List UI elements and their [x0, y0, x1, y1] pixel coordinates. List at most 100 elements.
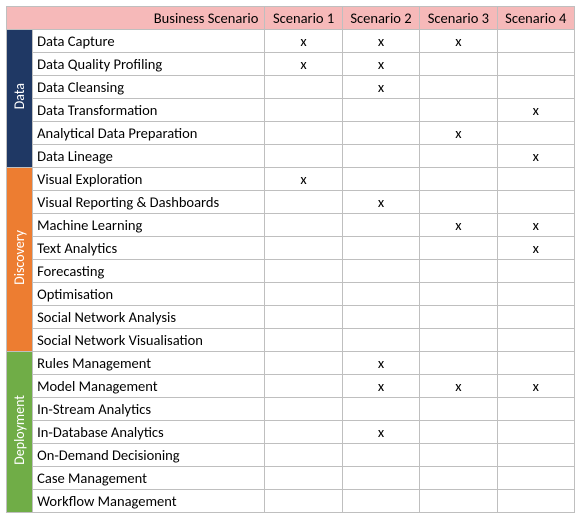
matrix-cell — [265, 260, 342, 283]
matrix-cell: x — [342, 53, 419, 76]
table-row: Model Managementxxx — [7, 375, 575, 398]
table-row: Social Network Analysis — [7, 306, 575, 329]
matrix-cell: x — [497, 99, 574, 122]
matrix-cell: x — [420, 214, 497, 237]
matrix-cell — [497, 30, 574, 53]
table-row: Visual Reporting & Dashboardsx — [7, 191, 575, 214]
matrix-cell — [420, 398, 497, 421]
table-row: DeploymentRules Managementx — [7, 352, 575, 375]
matrix-cell — [420, 99, 497, 122]
matrix-cell — [420, 421, 497, 444]
matrix-cell — [497, 306, 574, 329]
matrix-cell — [420, 467, 497, 490]
row-label: Social Network Visualisation — [33, 329, 265, 352]
header-corner: Business Scenario — [7, 7, 265, 30]
category-label: Discovery — [8, 230, 32, 285]
row-label: Data Capture — [33, 30, 265, 53]
table-row: Machine Learningxx — [7, 214, 575, 237]
row-label: Optimisation — [33, 283, 265, 306]
table-row: DiscoveryVisual Explorationx — [7, 168, 575, 191]
matrix-cell — [265, 352, 342, 375]
matrix-cell: x — [342, 191, 419, 214]
matrix-cell — [265, 398, 342, 421]
table-row: Optimisation — [7, 283, 575, 306]
matrix-cell — [342, 490, 419, 513]
matrix-cell: x — [342, 352, 419, 375]
matrix-cell — [497, 444, 574, 467]
col-scenario-2: Scenario 2 — [342, 7, 419, 30]
category-depl: Deployment — [7, 352, 33, 513]
matrix-cell — [342, 329, 419, 352]
matrix-cell: x — [265, 53, 342, 76]
matrix-cell — [497, 260, 574, 283]
matrix-cell — [342, 398, 419, 421]
matrix-cell — [420, 283, 497, 306]
table-row: Data Transformation x — [7, 99, 575, 122]
row-label: Social Network Analysis — [33, 306, 265, 329]
matrix-cell — [420, 260, 497, 283]
row-label: Data Cleansing — [33, 76, 265, 99]
row-label: On-Demand Decisioning — [33, 444, 265, 467]
matrix-cell: x — [497, 237, 574, 260]
row-label: Workflow Management — [33, 490, 265, 513]
matrix-cell — [497, 352, 574, 375]
table-row: Data Quality Profilingxx — [7, 53, 575, 76]
matrix-cell — [265, 329, 342, 352]
header-row: Business Scenario Scenario 1 Scenario 2 … — [7, 7, 575, 30]
matrix-cell — [420, 191, 497, 214]
category-data: Data — [7, 30, 33, 168]
matrix-cell — [420, 490, 497, 513]
matrix-cell — [497, 53, 574, 76]
matrix-cell — [342, 260, 419, 283]
matrix-cell — [420, 306, 497, 329]
matrix-cell — [497, 467, 574, 490]
matrix-cell — [497, 122, 574, 145]
row-label: In-Database Analytics — [33, 421, 265, 444]
table-row: In-Stream Analytics — [7, 398, 575, 421]
matrix-cell — [342, 168, 419, 191]
table-row: Data Cleansing x — [7, 76, 575, 99]
row-label: In-Stream Analytics — [33, 398, 265, 421]
col-scenario-3: Scenario 3 — [420, 7, 497, 30]
matrix-cell: x — [265, 30, 342, 53]
matrix-cell — [497, 490, 574, 513]
matrix-cell: x — [342, 76, 419, 99]
row-label: Model Management — [33, 375, 265, 398]
row-label: Text Analytics — [33, 237, 265, 260]
table-row: Text Analytics x — [7, 237, 575, 260]
category-disc: Discovery — [7, 168, 33, 352]
table-row: In-Database Analyticsx — [7, 421, 575, 444]
table-row: Workflow Management — [7, 490, 575, 513]
matrix-cell — [342, 145, 419, 168]
table-row: Analytical Data Preparationx — [7, 122, 575, 145]
col-scenario-1: Scenario 1 — [265, 7, 342, 30]
matrix-cell: x — [420, 375, 497, 398]
row-label: Analytical Data Preparation — [33, 122, 265, 145]
matrix-cell — [342, 306, 419, 329]
col-scenario-4: Scenario 4 — [497, 7, 574, 30]
row-label: Forecasting — [33, 260, 265, 283]
matrix-cell: x — [497, 375, 574, 398]
matrix-cell — [265, 421, 342, 444]
matrix-cell: x — [342, 30, 419, 53]
matrix-cell — [497, 398, 574, 421]
matrix-cell — [420, 53, 497, 76]
scenario-matrix-table: Business Scenario Scenario 1 Scenario 2 … — [6, 6, 575, 513]
matrix-cell: x — [497, 214, 574, 237]
matrix-cell: x — [342, 375, 419, 398]
table-row: Social Network Visualisation — [7, 329, 575, 352]
matrix-cell — [420, 168, 497, 191]
matrix-cell — [497, 191, 574, 214]
category-label: Data — [8, 83, 32, 109]
category-label: Deployment — [8, 395, 32, 465]
matrix-cell — [342, 99, 419, 122]
matrix-cell — [265, 237, 342, 260]
matrix-cell — [497, 421, 574, 444]
matrix-cell — [342, 237, 419, 260]
row-label: Data Quality Profiling — [33, 53, 265, 76]
matrix-cell — [342, 444, 419, 467]
matrix-cell — [265, 444, 342, 467]
row-label: Data Transformation — [33, 99, 265, 122]
matrix-cell — [497, 283, 574, 306]
matrix-cell — [265, 283, 342, 306]
